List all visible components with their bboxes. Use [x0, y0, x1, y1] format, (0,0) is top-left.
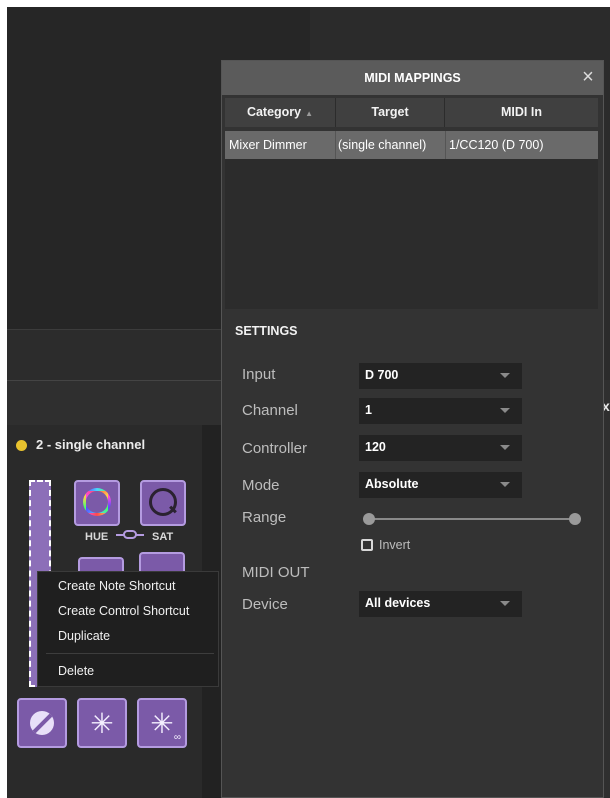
range-min-handle[interactable] [363, 513, 375, 525]
circle-slash-icon [30, 711, 54, 735]
chevron-down-icon [500, 482, 510, 487]
hue-knob-center [86, 491, 108, 513]
cell-target: (single channel) [338, 138, 427, 152]
link-pill-icon [123, 530, 137, 539]
close-icon[interactable]: × [577, 65, 599, 89]
range-label: Range [242, 509, 287, 526]
device-value: All devices [365, 596, 431, 610]
panel-strip-lower [7, 380, 221, 426]
invert-label: Invert [379, 538, 411, 552]
column-header-category[interactable]: Category ▲ [225, 98, 336, 127]
hue-knob[interactable] [74, 480, 120, 526]
channel-title: 2 - single channel [36, 437, 146, 452]
chevron-down-icon [500, 601, 510, 606]
input-dropdown[interactable]: D 700 [359, 363, 522, 389]
panel-strip [7, 329, 221, 380]
sort-ascending-icon: ▲ [305, 109, 314, 118]
midi-out-label: MIDI OUT [242, 564, 310, 581]
menu-separator [46, 653, 214, 654]
top-right-pane [310, 7, 610, 67]
input-label: Input [242, 366, 276, 383]
starburst-loop-icon: ✳ [150, 707, 174, 739]
cell-category: Mixer Dimmer [229, 138, 307, 152]
channel-status-dot [16, 440, 27, 451]
sat-knob[interactable] [140, 480, 186, 526]
chevron-down-icon [500, 373, 510, 378]
dialog-title: MIDI MAPPINGS [364, 71, 461, 85]
menu-item-create-control-shortcut[interactable]: Create Control Shortcut [58, 604, 189, 618]
menu-item-create-note-shortcut[interactable]: Create Note Shortcut [58, 579, 175, 593]
hue-label: HUE [85, 531, 109, 543]
table-row[interactable]: Mixer Dimmer (single channel) 1/CC120 (D… [225, 131, 598, 159]
effect-button-2[interactable]: ✳ [77, 698, 127, 748]
menu-item-delete[interactable]: Delete [58, 664, 94, 678]
cell-divider [445, 131, 446, 159]
chevron-down-icon [500, 445, 510, 450]
effect-button-1[interactable] [17, 698, 67, 748]
range-slider-track[interactable] [368, 518, 575, 520]
range-max-handle[interactable] [569, 513, 581, 525]
midi-mappings-dialog: MIDI MAPPINGS × Category ▲ Target MIDI In… [221, 60, 604, 798]
effect-button-3[interactable]: ✳ ∞ [137, 698, 187, 748]
device-dropdown[interactable]: All devices [359, 591, 522, 617]
controller-label: Controller [242, 440, 308, 457]
controller-value: 120 [365, 440, 386, 454]
starburst-icon: ✳ [90, 707, 114, 739]
menu-item-duplicate[interactable]: Duplicate [58, 629, 110, 643]
column-header-label: Category [246, 105, 302, 119]
input-value: D 700 [365, 368, 399, 382]
cell-divider [335, 131, 336, 159]
controller-dropdown[interactable]: 120 [359, 435, 522, 461]
channel-dropdown[interactable]: 1 [359, 398, 522, 424]
mode-dropdown[interactable]: Absolute [359, 472, 522, 498]
mode-value: Absolute [365, 477, 419, 491]
hue-sat-link-toggle[interactable] [116, 530, 144, 540]
device-label: Device [242, 596, 288, 613]
column-header-midi-in[interactable]: MIDI In [445, 98, 598, 127]
settings-heading: SETTINGS [235, 324, 298, 338]
channel-label: Channel [242, 402, 298, 419]
channel-value: 1 [365, 403, 372, 417]
context-menu: Create Note Shortcut Create Control Shor… [37, 571, 219, 687]
column-header-target[interactable]: Target [336, 98, 445, 127]
loop-icon: ∞ [173, 732, 181, 743]
mappings-table-empty-area [225, 159, 598, 309]
invert-checkbox[interactable] [361, 539, 373, 551]
sat-label: SAT [152, 531, 174, 543]
cell-midi-in: 1/CC120 (D 700) [449, 138, 544, 152]
mode-label: Mode [242, 477, 280, 494]
chevron-down-icon [500, 408, 510, 413]
